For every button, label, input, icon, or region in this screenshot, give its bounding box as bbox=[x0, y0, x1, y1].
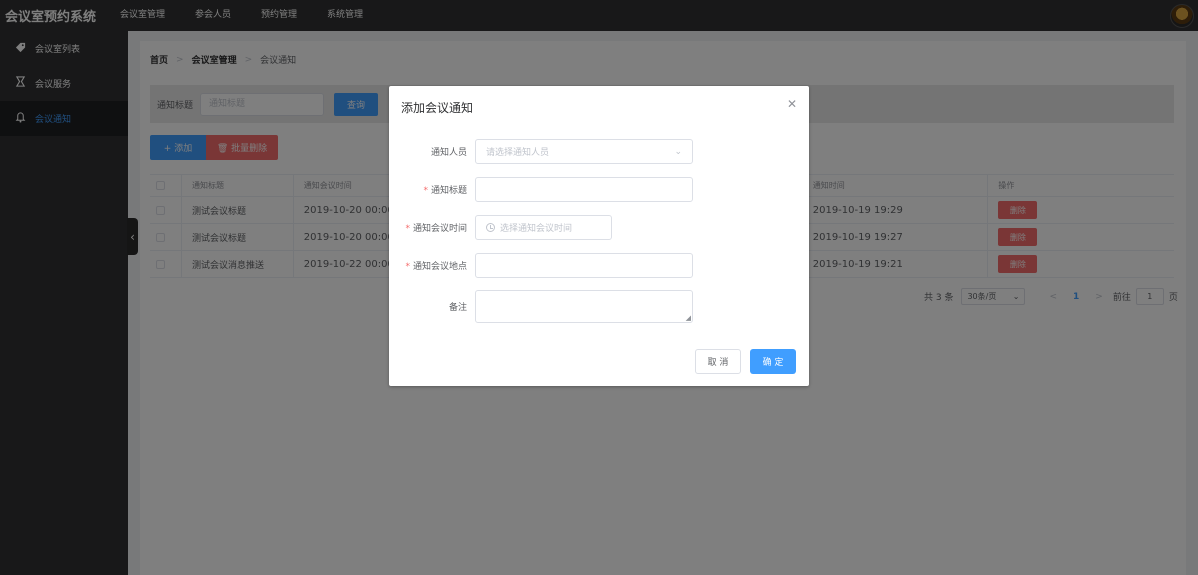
confirm-button[interactable]: 确 定 bbox=[750, 349, 796, 374]
form-row-time: * 通知会议时间 选择通知会议时间 bbox=[389, 215, 809, 240]
chevron-down-icon: ⌄ bbox=[674, 146, 682, 157]
dialog-title: 添加会议通知 bbox=[401, 101, 474, 115]
remark-label: 备注 bbox=[448, 303, 467, 313]
cancel-button[interactable]: 取 消 bbox=[695, 349, 741, 374]
form-row-participants: 通知人员 请选择通知人员 ⌄ bbox=[389, 139, 809, 164]
time-placeholder: 选择通知会议时间 bbox=[500, 224, 573, 234]
location-label: 通知会议地点 bbox=[412, 262, 467, 272]
required-mark: * bbox=[423, 186, 428, 196]
clock-icon bbox=[486, 223, 495, 232]
form-row-title: * 通知标题 bbox=[389, 177, 809, 202]
close-icon[interactable]: ✕ bbox=[787, 97, 797, 111]
resize-handle-icon[interactable]: ◢ bbox=[686, 314, 691, 322]
participants-select[interactable]: 请选择通知人员 ⌄ bbox=[475, 139, 693, 164]
participants-label: 通知人员 bbox=[430, 148, 467, 158]
title-input[interactable] bbox=[475, 177, 693, 202]
required-mark: * bbox=[405, 262, 410, 272]
time-label: 通知会议时间 bbox=[412, 224, 467, 234]
remark-textarea[interactable]: ◢ bbox=[475, 290, 693, 323]
title-label: 通知标题 bbox=[430, 186, 467, 196]
add-notice-dialog: 添加会议通知 ✕ 通知人员 请选择通知人员 ⌄ * 通知标题 * 通知会议时间 选择… bbox=[389, 86, 809, 386]
title-label-wrap: * 通知标题 bbox=[389, 183, 475, 196]
meeting-time-picker[interactable]: 选择通知会议时间 bbox=[475, 215, 612, 240]
participants-placeholder: 请选择通知人员 bbox=[486, 148, 550, 158]
required-mark: * bbox=[405, 224, 410, 234]
location-input[interactable] bbox=[475, 253, 693, 278]
form-row-location: * 通知会议地点 bbox=[389, 253, 809, 278]
location-label-wrap: * 通知会议地点 bbox=[389, 259, 475, 272]
form-row-remark: 备注 ◢ bbox=[389, 290, 809, 323]
time-label-wrap: * 通知会议时间 bbox=[389, 221, 475, 234]
